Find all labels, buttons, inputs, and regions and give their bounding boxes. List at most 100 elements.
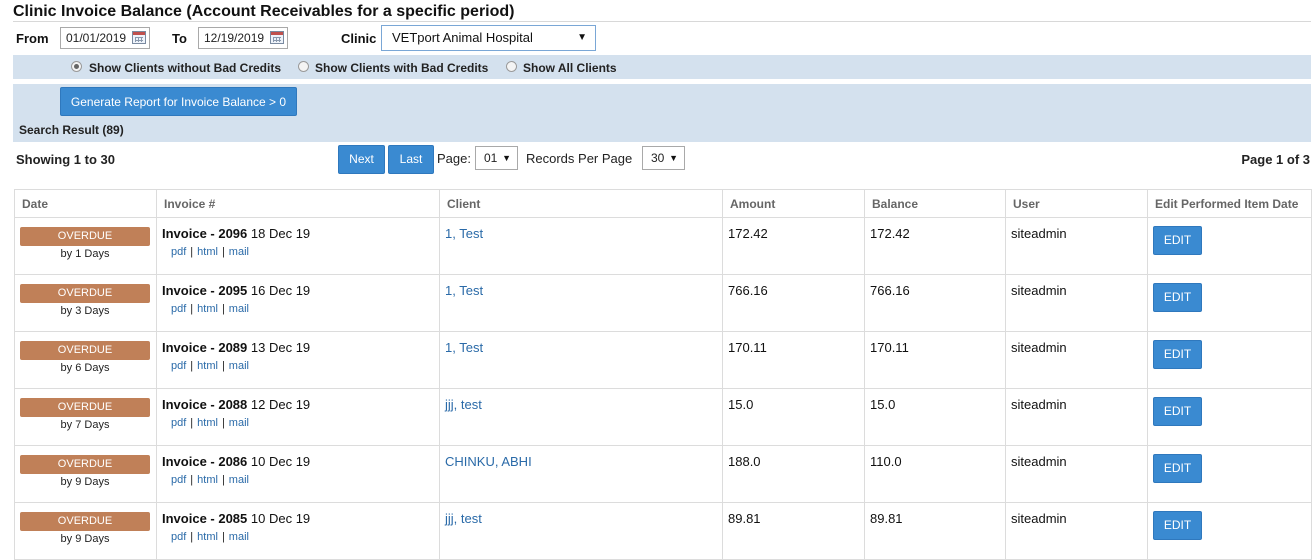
edit-button[interactable]: EDIT bbox=[1153, 397, 1202, 426]
to-date-field[interactable]: 12/19/2019 bbox=[198, 27, 288, 49]
invoice-cell: Invoice - 2089 13 Dec 19 pdf | html | mail bbox=[156, 331, 440, 389]
invoice-number: Invoice - 2086 bbox=[162, 454, 248, 469]
client-cell: 1, Test bbox=[439, 217, 723, 275]
balance-cell: 766.16 bbox=[864, 274, 1006, 332]
link-separator: | bbox=[221, 417, 225, 429]
date-cell: OVERDUE by 6 Days bbox=[14, 331, 157, 389]
column-header-user: User bbox=[1005, 189, 1148, 218]
balance-cell: 15.0 bbox=[864, 388, 1006, 446]
edit-button[interactable]: EDIT bbox=[1153, 283, 1202, 312]
client-link[interactable]: 1, Test bbox=[445, 226, 483, 241]
edit-button[interactable]: EDIT bbox=[1153, 226, 1202, 255]
date-cell: OVERDUE by 9 Days bbox=[14, 445, 157, 503]
table-row: OVERDUE by 9 Days Invoice - 2085 10 Dec 19… bbox=[14, 502, 1312, 560]
client-link[interactable]: 1, Test bbox=[445, 340, 483, 355]
mail-link[interactable]: mail bbox=[229, 417, 249, 429]
pdf-link[interactable]: pdf bbox=[171, 303, 186, 315]
invoice-date: 13 Dec 19 bbox=[247, 340, 311, 355]
from-label: From bbox=[16, 31, 49, 46]
overdue-days: by 9 Days bbox=[60, 533, 110, 545]
mail-link[interactable]: mail bbox=[229, 246, 249, 258]
generate-report-button[interactable]: Generate Report for Invoice Balance > 0 bbox=[60, 87, 297, 116]
edit-cell: EDIT bbox=[1147, 502, 1312, 560]
pdf-link[interactable]: pdf bbox=[171, 417, 186, 429]
overdue-badge: OVERDUE bbox=[20, 398, 150, 417]
client-cell: 1, Test bbox=[439, 331, 723, 389]
overdue-badge: OVERDUE bbox=[20, 341, 150, 360]
pdf-link[interactable]: pdf bbox=[171, 360, 186, 372]
invoice-date: 18 Dec 19 bbox=[247, 226, 311, 241]
calendar-icon[interactable] bbox=[270, 31, 284, 44]
link-separator: | bbox=[190, 474, 194, 486]
overdue-days: by 9 Days bbox=[60, 476, 110, 488]
client-cell: CHINKU, ABHI bbox=[439, 445, 723, 503]
html-link[interactable]: html bbox=[197, 531, 218, 543]
client-link[interactable]: jjj, test bbox=[445, 397, 482, 412]
edit-button[interactable]: EDIT bbox=[1153, 511, 1202, 540]
client-link[interactable]: jjj, test bbox=[445, 511, 482, 526]
overdue-days: by 1 Days bbox=[60, 248, 110, 260]
calendar-icon[interactable] bbox=[132, 31, 146, 44]
radio-label-without-bad-credits[interactable]: Show Clients without Bad Credits bbox=[89, 61, 281, 75]
records-per-page-select[interactable]: 30 ▼ bbox=[642, 146, 685, 170]
pdf-link[interactable]: pdf bbox=[171, 531, 186, 543]
user-cell: siteadmin bbox=[1005, 331, 1148, 389]
overdue-days: by 7 Days bbox=[60, 419, 110, 431]
balance-cell: 170.11 bbox=[864, 331, 1006, 389]
mail-link[interactable]: mail bbox=[229, 360, 249, 372]
showing-range: Showing 1 to 30 bbox=[16, 152, 115, 167]
date-cell: OVERDUE by 7 Days bbox=[14, 388, 157, 446]
mail-link[interactable]: mail bbox=[229, 531, 249, 543]
html-link[interactable]: html bbox=[197, 474, 218, 486]
edit-cell: EDIT bbox=[1147, 331, 1312, 389]
client-link[interactable]: CHINKU, ABHI bbox=[445, 454, 532, 469]
next-page-button[interactable]: Next bbox=[338, 145, 385, 174]
radio-all-clients[interactable] bbox=[506, 61, 517, 72]
html-link[interactable]: html bbox=[197, 360, 218, 372]
invoice-table: Date Invoice # Client Amount Balance Use… bbox=[14, 189, 1312, 560]
pdf-link[interactable]: pdf bbox=[171, 246, 186, 258]
date-cell: OVERDUE by 9 Days bbox=[14, 502, 157, 560]
overdue-badge: OVERDUE bbox=[20, 455, 150, 474]
link-separator: | bbox=[221, 531, 225, 543]
page-select[interactable]: 01 ▼ bbox=[475, 146, 518, 170]
invoice-number: Invoice - 2096 bbox=[162, 226, 248, 241]
last-page-button[interactable]: Last bbox=[388, 145, 434, 174]
clinic-select-value: VETport Animal Hospital bbox=[392, 30, 533, 45]
from-date-field[interactable]: 01/01/2019 bbox=[60, 27, 150, 49]
pdf-link[interactable]: pdf bbox=[171, 474, 186, 486]
mail-link[interactable]: mail bbox=[229, 474, 249, 486]
edit-button[interactable]: EDIT bbox=[1153, 454, 1202, 483]
column-header-amount: Amount bbox=[722, 189, 865, 218]
mail-link[interactable]: mail bbox=[229, 303, 249, 315]
client-link[interactable]: 1, Test bbox=[445, 283, 483, 298]
radio-label-all-clients[interactable]: Show All Clients bbox=[523, 61, 617, 75]
to-label: To bbox=[172, 31, 187, 46]
page-of-indicator: Page 1 of 3 bbox=[1241, 152, 1310, 167]
overdue-days: by 3 Days bbox=[60, 305, 110, 317]
invoice-date: 10 Dec 19 bbox=[247, 454, 311, 469]
edit-cell: EDIT bbox=[1147, 388, 1312, 446]
table-row: OVERDUE by 7 Days Invoice - 2088 12 Dec 19… bbox=[14, 388, 1312, 446]
radio-without-bad-credits[interactable] bbox=[71, 61, 82, 72]
amount-cell: 15.0 bbox=[722, 388, 865, 446]
invoice-cell: Invoice - 2086 10 Dec 19 pdf | html | mail bbox=[156, 445, 440, 503]
html-link[interactable]: html bbox=[197, 303, 218, 315]
column-header-date: Date bbox=[14, 189, 157, 218]
clinic-select[interactable]: VETport Animal Hospital ▼ bbox=[381, 25, 596, 51]
invoice-cell: Invoice - 2085 10 Dec 19 pdf | html | mail bbox=[156, 502, 440, 560]
html-link[interactable]: html bbox=[197, 417, 218, 429]
edit-cell: EDIT bbox=[1147, 445, 1312, 503]
report-action-bar: Generate Report for Invoice Balance > 0 … bbox=[13, 84, 1311, 142]
link-separator: | bbox=[221, 474, 225, 486]
invoice-number: Invoice - 2089 bbox=[162, 340, 248, 355]
link-separator: | bbox=[190, 531, 194, 543]
to-date-value: 12/19/2019 bbox=[204, 31, 265, 45]
column-header-invoice: Invoice # bbox=[156, 189, 440, 218]
balance-cell: 110.0 bbox=[864, 445, 1006, 503]
edit-cell: EDIT bbox=[1147, 274, 1312, 332]
radio-with-bad-credits[interactable] bbox=[298, 61, 309, 72]
radio-label-with-bad-credits[interactable]: Show Clients with Bad Credits bbox=[315, 61, 488, 75]
html-link[interactable]: html bbox=[197, 246, 218, 258]
edit-button[interactable]: EDIT bbox=[1153, 340, 1202, 369]
